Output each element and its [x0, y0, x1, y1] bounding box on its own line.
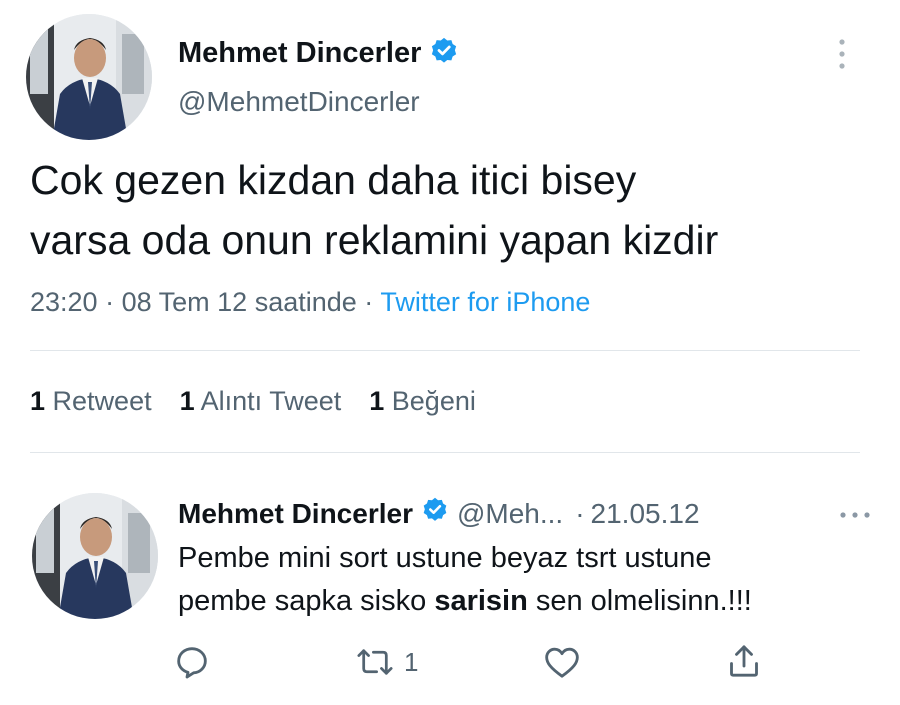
like-stat[interactable]: 1 Beğeni [369, 386, 476, 417]
reply-author-name[interactable]: Mehmet Dincerler [178, 498, 413, 530]
like-button[interactable] [542, 642, 582, 682]
tweet-meta: 23:20 · 08 Tem 12 saatinde · Twitter for… [30, 287, 590, 318]
reply-text: Pembe mini sort ustune beyaz tsrt ustune… [178, 537, 752, 623]
heart-icon [542, 642, 582, 682]
reply-author-handle[interactable]: @Meh... [457, 498, 563, 530]
tweet-source[interactable]: Twitter for iPhone [380, 287, 590, 317]
retweet-button[interactable]: 1 [354, 642, 418, 682]
quote-count: 1 [179, 386, 195, 416]
tweet-text: Cok gezen kizdan daha itici bisey varsa … [30, 150, 870, 270]
quote-label: Alıntı Tweet [200, 386, 342, 416]
tweet-text-line: Cok gezen kizdan daha itici bisey [30, 157, 637, 203]
quote-stat[interactable]: 1 Alıntı Tweet [180, 386, 342, 417]
author-name[interactable]: Mehmet Dincerler [178, 37, 421, 70]
reply-text-segment: sen olmelisinn.!!! [527, 585, 752, 617]
reply-author-avatar[interactable] [32, 493, 158, 619]
reply-date[interactable]: 21.05.12 [591, 498, 700, 530]
tweet-date[interactable]: 08 Tem 12 saatinde [122, 287, 357, 317]
retweet-count: 1 [30, 386, 46, 416]
reply-retweet-count: 1 [404, 646, 419, 677]
reply-text-line: Pembe mini sort ustune beyaz tsrt ustune [178, 542, 712, 574]
tweet-stats: 1 Retweet 1 Alıntı Tweet 1 Beğeni [30, 386, 476, 417]
reply-header: Mehmet Dincerler @Meh... · 21.05.12 [178, 496, 700, 531]
like-count: 1 [369, 386, 385, 416]
reply-actions: 1 [172, 640, 792, 684]
divider [30, 452, 860, 453]
reply-separator: · [575, 497, 585, 529]
share-button[interactable] [724, 640, 764, 682]
more-vertical-icon[interactable] [832, 36, 852, 72]
author-handle[interactable]: @MehmetDincerler [178, 86, 420, 118]
retweet-icon [354, 642, 396, 682]
more-horizontal-icon[interactable] [838, 508, 872, 522]
meta-separator: · [105, 287, 115, 317]
tweet-time[interactable]: 23:20 [30, 287, 98, 317]
reply-text-bold: sarisin [434, 585, 528, 617]
reply-text-line: pembe sapka sisko sarisin sen olmelisinn… [178, 580, 752, 623]
divider [30, 350, 860, 351]
share-icon [724, 640, 764, 682]
reply-icon [172, 642, 212, 682]
reply-button[interactable] [172, 642, 212, 682]
tweet-text-line: varsa oda onun reklamini yapan kizdir [30, 217, 719, 263]
retweet-label: Retweet [52, 386, 152, 416]
author-avatar[interactable] [26, 14, 152, 140]
verified-badge-icon [429, 36, 459, 71]
meta-separator: · [364, 287, 374, 317]
like-label: Beğeni [391, 386, 476, 416]
verified-badge-icon [421, 496, 449, 531]
retweet-stat[interactable]: 1 Retweet [30, 386, 152, 417]
reply-text-segment: pembe sapka sisko [178, 585, 435, 617]
